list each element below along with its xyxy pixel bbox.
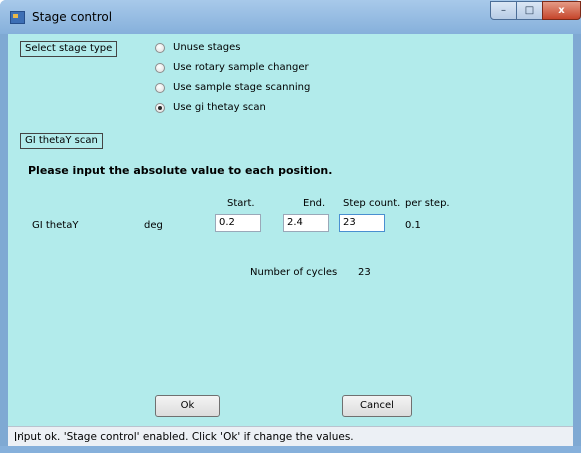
per-step-header: per step. bbox=[405, 198, 450, 209]
select-stage-type-label: Select stage type bbox=[20, 41, 118, 57]
title-bar[interactable]: Stage control – □ x bbox=[0, 0, 581, 34]
radio-gi-thetay-scan[interactable]: Use gi thetay scan bbox=[155, 102, 266, 113]
radio-unuse-stages[interactable]: Unuse stages bbox=[155, 42, 241, 53]
radio-label: Use sample stage scanning bbox=[173, 82, 311, 93]
end-header: End. bbox=[303, 198, 326, 209]
radio-sample-stage-scanning[interactable]: Use sample stage scanning bbox=[155, 82, 310, 93]
instruction-heading: Please input the absolute value to each … bbox=[28, 164, 333, 177]
unit-label: deg bbox=[144, 220, 163, 231]
radio-circle-icon bbox=[155, 62, 165, 73]
radio-label: Use gi thetay scan bbox=[173, 102, 266, 113]
number-of-cycles-label: Number of cycles bbox=[250, 267, 338, 278]
minimize-button[interactable]: – bbox=[490, 1, 517, 20]
stage-control-window: Stage control – □ x Select stage type Un… bbox=[0, 0, 581, 453]
radio-circle-icon bbox=[155, 42, 165, 53]
window-bottom-frame bbox=[0, 446, 581, 453]
window-title: Stage control bbox=[32, 10, 113, 24]
app-icon bbox=[10, 11, 25, 24]
start-input[interactable]: 0.2 bbox=[215, 214, 261, 232]
end-input[interactable]: 2.4 bbox=[283, 214, 329, 232]
radio-rotary-sample-changer[interactable]: Use rotary sample changer bbox=[155, 62, 309, 73]
number-of-cycles-value: 23 bbox=[358, 267, 371, 278]
radio-circle-icon bbox=[155, 82, 165, 93]
radio-label: Unuse stages bbox=[173, 42, 241, 53]
client-area: Select stage type Unuse stages Use rotar… bbox=[8, 34, 573, 426]
cancel-button[interactable]: Cancel bbox=[342, 395, 412, 417]
radio-label: Use rotary sample changer bbox=[173, 62, 309, 73]
close-button[interactable]: x bbox=[542, 1, 581, 20]
radio-circle-icon bbox=[155, 102, 165, 113]
ok-button[interactable]: Ok bbox=[155, 395, 220, 417]
maximize-button[interactable]: □ bbox=[516, 1, 543, 20]
resize-grip-icon[interactable]: ⋰ bbox=[14, 431, 569, 444]
status-bar: Input ok. 'Stage control' enabled. Click… bbox=[8, 426, 573, 447]
start-header: Start. bbox=[227, 198, 255, 209]
per-step-value: 0.1 bbox=[405, 220, 421, 231]
gi-thetay-scan-label: GI thetaY scan bbox=[20, 133, 103, 149]
step-count-input[interactable]: 23 bbox=[339, 214, 385, 232]
step-count-header: Step count. bbox=[343, 198, 401, 209]
axis-name: GI thetaY bbox=[32, 220, 79, 231]
